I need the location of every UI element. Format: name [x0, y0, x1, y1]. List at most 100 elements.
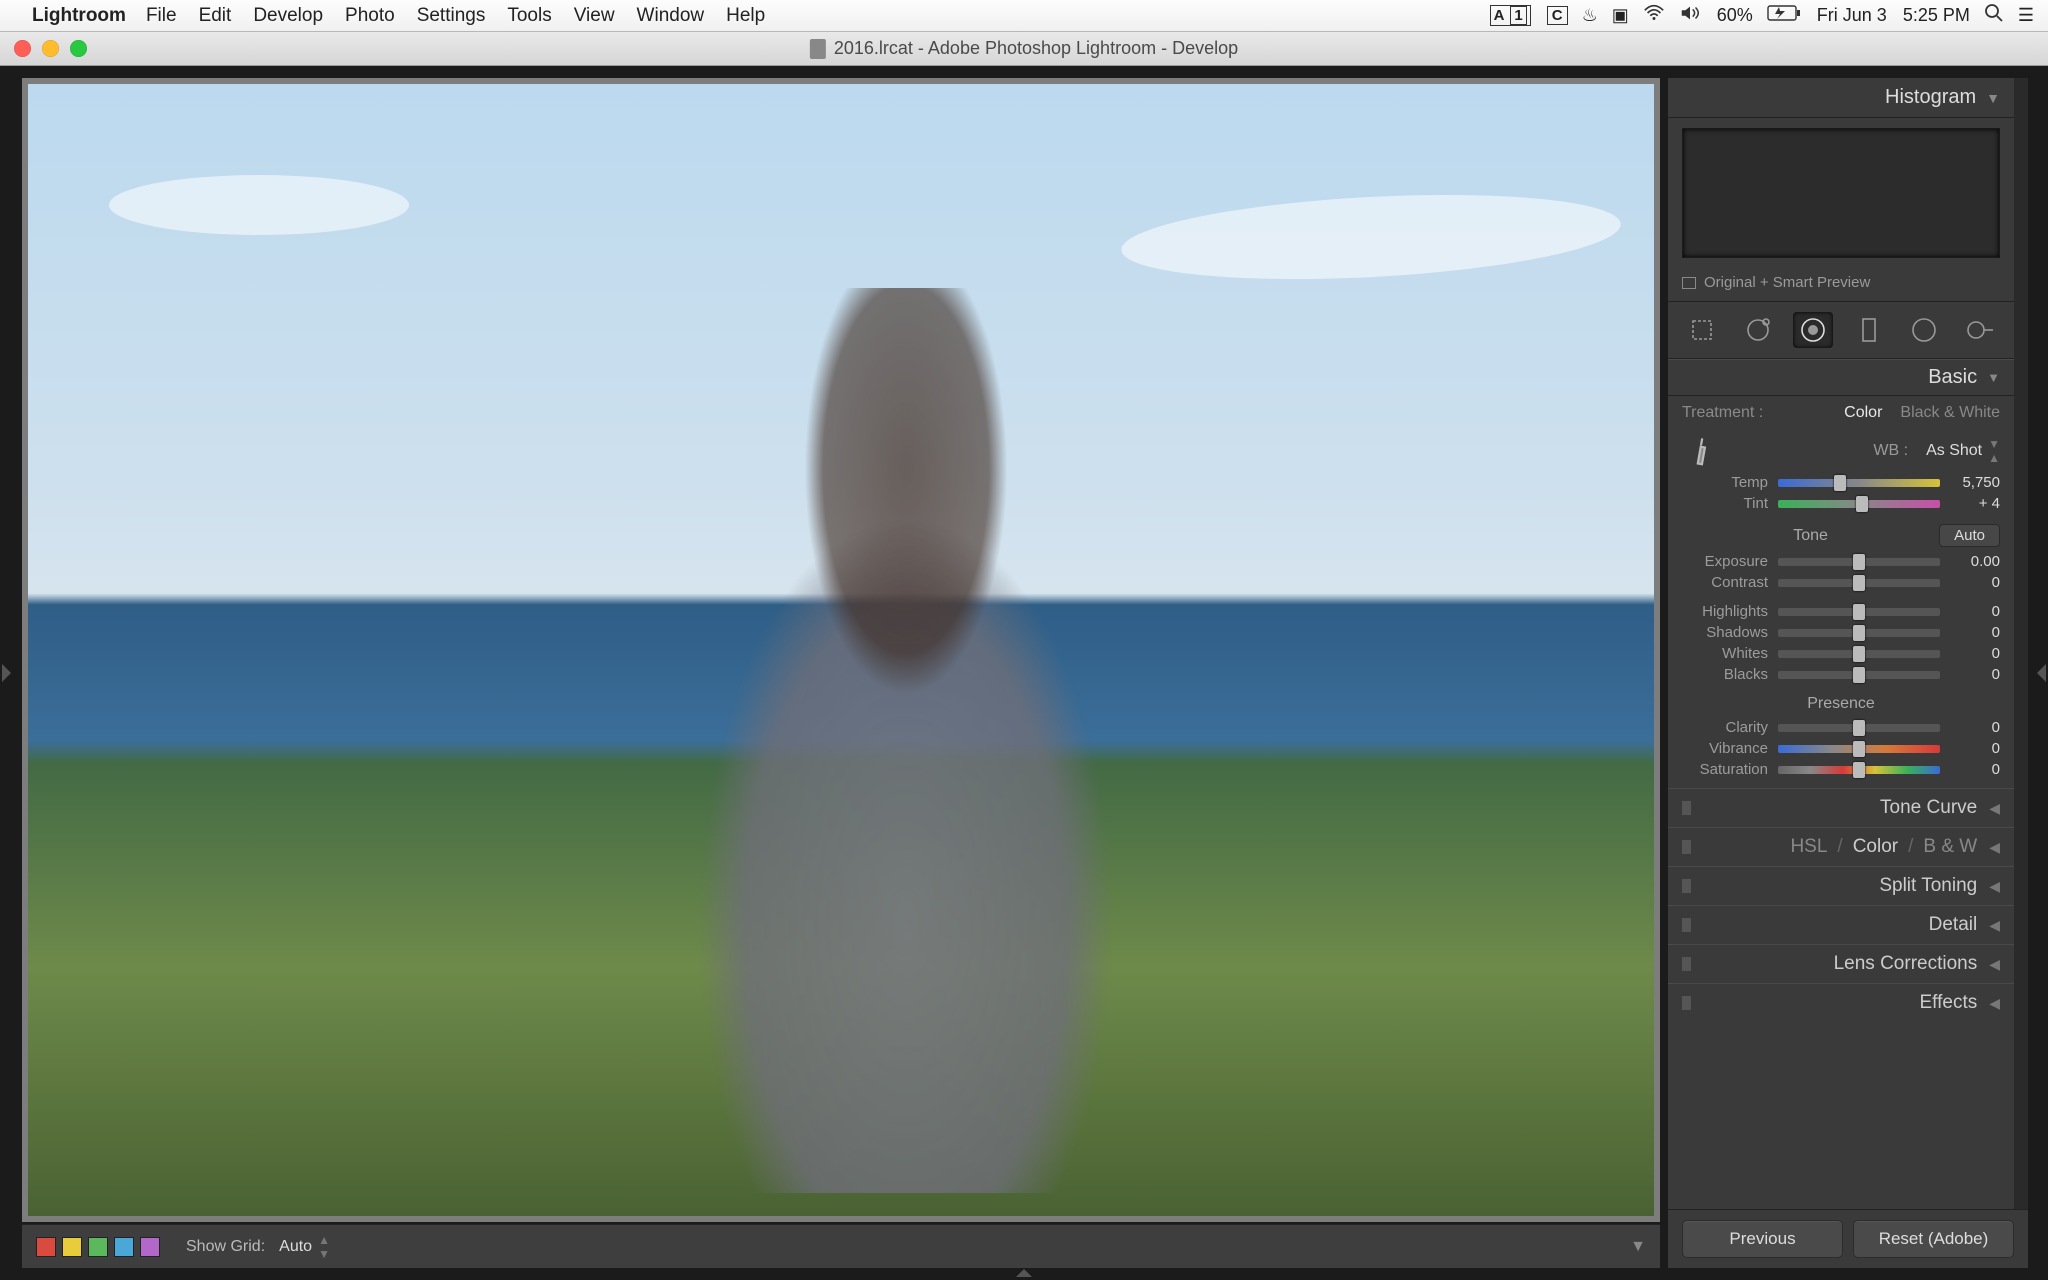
crop-tool[interactable]	[1682, 312, 1722, 348]
window-titlebar: 2016.lrcat - Adobe Photoshop Lightroom -…	[0, 32, 2048, 66]
treatment-bw[interactable]: Black & White	[1900, 404, 2000, 422]
tint-label: Tint	[1682, 495, 1768, 512]
menu-photo[interactable]: Photo	[345, 5, 395, 27]
contrast-value[interactable]: 0	[1950, 574, 2000, 591]
minimize-window-button[interactable]	[42, 40, 59, 57]
shadows-value[interactable]: 0	[1950, 624, 2000, 641]
tool-strip	[1668, 302, 2014, 359]
zoom-window-button[interactable]	[70, 40, 87, 57]
brush-tool[interactable]	[1960, 312, 2000, 348]
histogram-box[interactable]	[1682, 128, 2000, 258]
label-purple[interactable]	[140, 1237, 160, 1257]
exposure-slider[interactable]	[1778, 558, 1940, 566]
wb-chevron-icon[interactable]: ▼▲	[1988, 437, 2000, 465]
tint-value[interactable]: + 4	[1950, 495, 2000, 512]
temp-value[interactable]: 5,750	[1950, 474, 2000, 491]
develop-right-panel: Histogram▼ Original + Smart Preview Basi…	[1668, 78, 2028, 1268]
hsl-section[interactable]: HSL/Color/B & W◀	[1668, 827, 2014, 866]
spotlight-icon[interactable]	[1984, 3, 2004, 28]
flame-icon[interactable]: ♨	[1582, 5, 1598, 26]
blacks-label: Blacks	[1682, 666, 1768, 683]
previous-button[interactable]: Previous	[1682, 1220, 1843, 1258]
adobe-a1-icon[interactable]: A1	[1490, 5, 1531, 26]
menubar-time[interactable]: 5:25 PM	[1903, 5, 1970, 26]
clarity-slider[interactable]	[1778, 724, 1940, 732]
saturation-value[interactable]: 0	[1950, 761, 2000, 778]
toolbar-dropdown[interactable]: ▼	[1630, 1238, 1646, 1256]
exposure-value[interactable]: 0.00	[1950, 553, 2000, 570]
label-yellow[interactable]	[62, 1237, 82, 1257]
shadows-slider[interactable]	[1778, 629, 1940, 637]
label-blue[interactable]	[114, 1237, 134, 1257]
radial-tool[interactable]	[1904, 312, 1944, 348]
cc-icon[interactable]: C	[1547, 6, 1568, 25]
label-green[interactable]	[88, 1237, 108, 1257]
right-panel-toggle[interactable]	[2037, 664, 2046, 682]
close-window-button[interactable]	[14, 40, 31, 57]
menu-window[interactable]: Window	[637, 5, 705, 27]
left-panel-toggle[interactable]	[2, 664, 11, 682]
menu-develop[interactable]: Develop	[253, 5, 323, 27]
treatment-color[interactable]: Color	[1844, 404, 1882, 422]
detail-section[interactable]: Detail◀	[1668, 905, 2014, 944]
battery-percent[interactable]: 60%	[1717, 5, 1753, 26]
photo-preview[interactable]	[28, 84, 1654, 1216]
whites-value[interactable]: 0	[1950, 645, 2000, 662]
grid-chevron-icon[interactable]: ▲▼	[318, 1233, 330, 1261]
blacks-slider[interactable]	[1778, 671, 1940, 679]
display-icon[interactable]: ▣	[1612, 5, 1629, 26]
shadows-label: Shadows	[1682, 624, 1768, 641]
vibrance-value[interactable]: 0	[1950, 740, 2000, 757]
treatment-label: Treatment :	[1682, 404, 1763, 422]
wb-dropper-icon[interactable]	[1677, 428, 1724, 473]
reset-button[interactable]: Reset (Adobe)	[1853, 1220, 2014, 1258]
effects-section[interactable]: Effects◀	[1668, 983, 2014, 1022]
wb-label: WB :	[1873, 442, 1908, 460]
preview-status: Original + Smart Preview	[1668, 268, 2014, 302]
menubar-date[interactable]: Fri Jun 3	[1817, 5, 1887, 26]
menu-tools[interactable]: Tools	[507, 5, 551, 27]
document-icon	[810, 39, 826, 59]
spot-tool[interactable]	[1738, 312, 1778, 348]
menu-file[interactable]: File	[146, 5, 177, 27]
saturation-label: Saturation	[1682, 761, 1768, 778]
menu-list-icon[interactable]: ☰	[2018, 5, 2034, 26]
menu-edit[interactable]: Edit	[199, 5, 232, 27]
vibrance-label: Vibrance	[1682, 740, 1768, 757]
show-grid-label: Show Grid:	[186, 1238, 265, 1256]
highlights-slider[interactable]	[1778, 608, 1940, 616]
vibrance-slider[interactable]	[1778, 745, 1940, 753]
auto-tone-button[interactable]: Auto	[1939, 524, 2000, 547]
exposure-label: Exposure	[1682, 553, 1768, 570]
redeye-tool[interactable]	[1793, 312, 1833, 348]
window-title: 2016.lrcat - Adobe Photoshop Lightroom -…	[834, 38, 1238, 59]
mac-menubar: Lightroom File Edit Develop Photo Settin…	[0, 0, 2048, 32]
label-red[interactable]	[36, 1237, 56, 1257]
menu-settings[interactable]: Settings	[417, 5, 486, 27]
contrast-slider[interactable]	[1778, 579, 1940, 587]
menu-view[interactable]: View	[574, 5, 615, 27]
lens-corrections-section[interactable]: Lens Corrections◀	[1668, 944, 2014, 983]
gradient-tool[interactable]	[1849, 312, 1889, 348]
color-label-chips	[36, 1237, 160, 1257]
menubar-app[interactable]: Lightroom	[32, 5, 126, 27]
whites-slider[interactable]	[1778, 650, 1940, 658]
show-grid-value[interactable]: Auto	[279, 1238, 312, 1256]
clarity-value[interactable]: 0	[1950, 719, 2000, 736]
panel-scrollbar[interactable]	[2014, 78, 2028, 1209]
saturation-slider[interactable]	[1778, 766, 1940, 774]
split-toning-section[interactable]: Split Toning◀	[1668, 866, 2014, 905]
tint-slider[interactable]	[1778, 500, 1940, 508]
wifi-icon[interactable]	[1643, 4, 1665, 27]
tone-curve-section[interactable]: Tone Curve◀	[1668, 788, 2014, 827]
histogram-header[interactable]: Histogram▼	[1668, 78, 2014, 118]
blacks-value[interactable]: 0	[1950, 666, 2000, 683]
wb-value[interactable]: As Shot	[1926, 442, 1982, 460]
battery-icon[interactable]	[1767, 5, 1801, 26]
temp-slider[interactable]	[1778, 479, 1940, 487]
menu-help[interactable]: Help	[726, 5, 765, 27]
volume-icon[interactable]	[1679, 4, 1701, 27]
basic-header[interactable]: Basic▼	[1668, 359, 2014, 396]
bottom-panel-handle[interactable]	[994, 1268, 1054, 1278]
highlights-value[interactable]: 0	[1950, 603, 2000, 620]
